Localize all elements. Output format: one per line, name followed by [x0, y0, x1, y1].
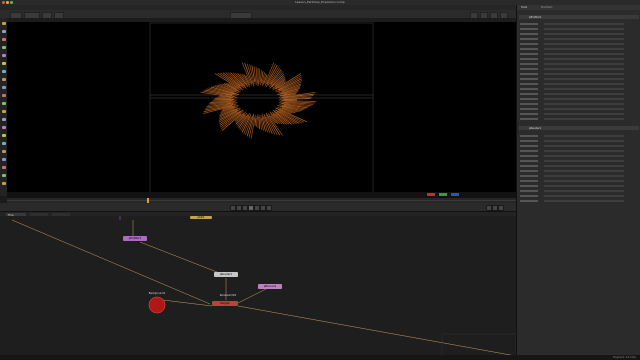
tool-icon[interactable]: [1, 86, 6, 89]
tool-icon[interactable]: [1, 78, 6, 81]
tool-icon[interactable]: [1, 30, 6, 33]
inspector-control-row[interactable]: [520, 175, 638, 177]
green-channel-indicator: [439, 193, 447, 196]
tab-modifiers[interactable]: Modifiers: [541, 6, 552, 9]
tool-icon[interactable]: [1, 150, 6, 153]
tool-icon[interactable]: [1, 158, 6, 161]
tool-icon[interactable]: [1, 94, 6, 97]
inspector-control-row[interactable]: [520, 103, 638, 105]
inspector-control-row[interactable]: [520, 145, 638, 147]
node-renderer-label: Renderer3D1: [219, 294, 237, 297]
tool-icon[interactable]: [1, 38, 6, 41]
particle-render: [149, 22, 374, 194]
red-channel-indicator: [427, 193, 435, 196]
inspector-control-row[interactable]: [520, 180, 638, 182]
inspector-control-row[interactable]: [520, 73, 638, 75]
node-pkill[interactable]: pKill1: [190, 216, 212, 219]
inspector-control-row[interactable]: [520, 93, 638, 95]
tool-icon[interactable]: [1, 46, 6, 49]
blue-channel-indicator: [451, 193, 459, 196]
tool-icon[interactable]: [1, 182, 6, 185]
inspector-control-row[interactable]: [520, 170, 638, 172]
tool-icon[interactable]: [1, 174, 6, 177]
node-merge[interactable]: Merge1: [212, 301, 238, 306]
status-bar: Playback: 24.0 fps: [0, 355, 640, 360]
inspector-control-row[interactable]: [520, 23, 638, 25]
tool-header[interactable]: pEmitter1: [519, 15, 639, 19]
inspector-control-row[interactable]: [520, 88, 638, 90]
tool-icon[interactable]: [1, 62, 6, 65]
node-pemitter[interactable]: pEmitter1: [123, 236, 147, 241]
tool-icon[interactable]: [1, 70, 6, 73]
tool-icon[interactable]: [1, 118, 6, 121]
inspector-control-row[interactable]: [520, 38, 638, 40]
node-background-label: Background1: [148, 292, 166, 295]
inspector-control-row[interactable]: [520, 190, 638, 192]
tool-header-2[interactable]: pRender1: [519, 126, 639, 130]
tool-title-2: pRender1: [529, 127, 542, 130]
inspector-control-row[interactable]: [520, 83, 638, 85]
inspector-control-row[interactable]: [520, 185, 638, 187]
node-pbounce[interactable]: pBounce1: [258, 284, 282, 289]
background-node-circle[interactable]: [148, 296, 166, 314]
inspector-control-row[interactable]: [520, 78, 638, 80]
tool-icon[interactable]: [1, 166, 6, 169]
inspector-control-row[interactable]: [520, 33, 638, 35]
inspector-control-row[interactable]: [520, 53, 638, 55]
inspector-control-row[interactable]: [520, 68, 638, 70]
tab-tools[interactable]: Tools: [521, 6, 527, 9]
inspector-control-row[interactable]: [520, 48, 638, 50]
flow-graph[interactable]: pEmitter1 pRender1 Merge1 pBounce1 pKill…: [0, 216, 516, 360]
node-prender[interactable]: pRender1: [214, 272, 238, 277]
viewer-canvas[interactable]: [7, 18, 516, 198]
inspector-control-row[interactable]: [520, 28, 638, 30]
inspector-tabs: Tools Modifiers: [517, 5, 640, 10]
tool-icon[interactable]: [1, 54, 6, 57]
inspector-control-row[interactable]: [520, 135, 638, 137]
inspector-control-row[interactable]: [520, 98, 638, 100]
inspector-panel: Tools Modifiers pEmitter1 pRender1: [516, 5, 640, 360]
inspector-control-row[interactable]: [520, 195, 638, 197]
inspector-control-row[interactable]: [520, 43, 638, 45]
viewer-header: [7, 18, 516, 22]
tool-title: pEmitter1: [529, 16, 542, 19]
tool-icon[interactable]: [1, 134, 6, 137]
inspector-control-row[interactable]: [520, 155, 638, 157]
tool-icon[interactable]: [1, 110, 6, 113]
tool-icon[interactable]: [1, 126, 6, 129]
status-text: Playback: 24.0 fps: [613, 356, 636, 359]
inspector-control-row[interactable]: [520, 58, 638, 60]
inspector-control-row[interactable]: [520, 140, 638, 142]
inspector-control-row[interactable]: [520, 165, 638, 167]
inspector-control-row[interactable]: [520, 108, 638, 110]
inspector-control-row[interactable]: [520, 118, 638, 120]
inspector-control-row[interactable]: [520, 150, 638, 152]
tool-icon[interactable]: [1, 22, 6, 25]
tool-icon[interactable]: [1, 102, 6, 105]
inspector-control-row[interactable]: [520, 63, 638, 65]
inspector-control-row[interactable]: [520, 200, 638, 202]
inspector-control-row[interactable]: [520, 160, 638, 162]
tool-icon[interactable]: [1, 142, 6, 145]
inspector-control-row[interactable]: [520, 113, 638, 115]
